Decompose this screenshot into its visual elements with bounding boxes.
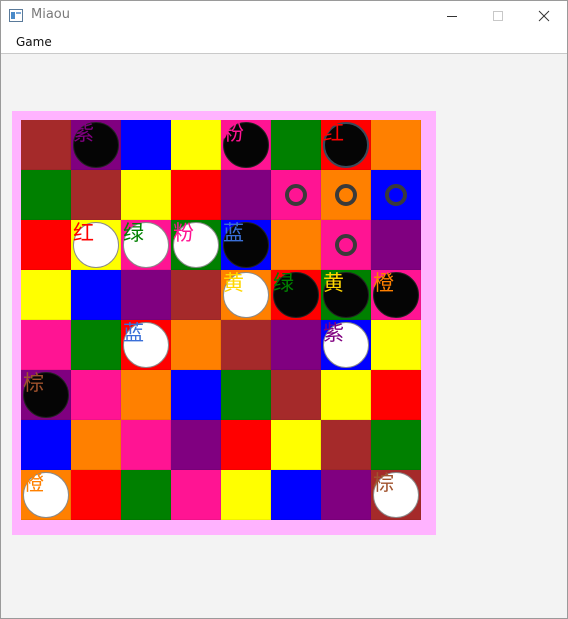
minimize-button[interactable] xyxy=(429,1,475,31)
board-cell-brown[interactable] xyxy=(171,270,221,320)
board-cell-green[interactable] xyxy=(271,120,321,170)
board-cell-red[interactable] xyxy=(371,370,421,420)
app-window: Miaou Game 紫粉红红绿粉蓝黄绿黄橙蓝紫棕橙棕 xyxy=(0,0,568,619)
board-cell-yellow[interactable] xyxy=(321,370,371,420)
piece-label: 黄 xyxy=(223,271,244,295)
board-cell-yellow[interactable] xyxy=(21,270,71,320)
piece-label: 橙 xyxy=(373,271,394,295)
board-cell-yellow[interactable] xyxy=(371,320,421,370)
board-cell-yellow[interactable] xyxy=(121,170,171,220)
piece-label: 绿 xyxy=(123,221,144,245)
board-cell-purple[interactable] xyxy=(371,220,421,270)
window-title: Miaou xyxy=(31,7,70,22)
board-cell-yellow[interactable] xyxy=(221,470,271,520)
board-cell-green[interactable] xyxy=(221,370,271,420)
board-cell-red[interactable] xyxy=(21,220,71,270)
board-cell-brown[interactable] xyxy=(221,320,271,370)
board-cell-blue[interactable] xyxy=(271,470,321,520)
maximize-icon xyxy=(493,11,503,21)
board-cell-purple[interactable] xyxy=(171,420,221,470)
board-cell-purple[interactable] xyxy=(221,170,271,220)
board-cell-green[interactable] xyxy=(371,420,421,470)
board-cell-blue[interactable] xyxy=(171,370,221,420)
title-bar[interactable]: Miaou xyxy=(1,1,567,31)
piece-label: 绿 xyxy=(273,271,294,295)
board-cell-purple[interactable] xyxy=(321,470,371,520)
board-cell-purple[interactable] xyxy=(121,270,171,320)
board-cell-blue[interactable] xyxy=(21,420,71,470)
move-target-ring[interactable] xyxy=(385,184,407,206)
piece-label: 紫 xyxy=(323,321,344,345)
board-cell-brown[interactable] xyxy=(71,170,121,220)
piece-label: 棕 xyxy=(23,371,44,395)
board-cell-pink[interactable] xyxy=(121,420,171,470)
close-icon xyxy=(538,10,550,22)
piece-label: 红 xyxy=(73,221,94,245)
move-target-ring[interactable] xyxy=(285,184,307,206)
board-cell-orange[interactable] xyxy=(171,320,221,370)
piece-label: 紫 xyxy=(73,121,94,145)
board-cell-red[interactable] xyxy=(71,470,121,520)
board-cell-red[interactable] xyxy=(221,420,271,470)
board-cell-orange[interactable] xyxy=(271,220,321,270)
board-cell-yellow[interactable] xyxy=(271,420,321,470)
minimize-icon xyxy=(447,16,457,17)
board-cell-purple[interactable] xyxy=(271,320,321,370)
app-icon xyxy=(9,9,23,22)
piece-label: 黄 xyxy=(323,271,344,295)
maximize-button[interactable] xyxy=(475,1,521,31)
piece-label: 蓝 xyxy=(223,221,244,245)
board-cell-brown[interactable] xyxy=(321,420,371,470)
board-cell-green[interactable] xyxy=(21,170,71,220)
board-cell-brown[interactable] xyxy=(271,370,321,420)
board-cell-green[interactable] xyxy=(121,470,171,520)
board-cell-orange[interactable] xyxy=(371,120,421,170)
board-cell-brown[interactable] xyxy=(21,120,71,170)
board-cell-orange[interactable] xyxy=(71,420,121,470)
board-cell-orange[interactable] xyxy=(121,370,171,420)
piece-label: 棕 xyxy=(373,471,394,495)
menu-bar: Game xyxy=(1,31,567,54)
piece-label: 粉 xyxy=(173,221,194,245)
board-cell-yellow[interactable] xyxy=(171,120,221,170)
board-cell-red[interactable] xyxy=(171,170,221,220)
board-cell-pink[interactable] xyxy=(21,320,71,370)
close-button[interactable] xyxy=(521,1,567,31)
board-cell-green[interactable] xyxy=(71,320,121,370)
piece-label: 粉 xyxy=(223,121,244,145)
board-cell-pink[interactable] xyxy=(71,370,121,420)
board-cell-blue[interactable] xyxy=(121,120,171,170)
board-cell-blue[interactable] xyxy=(71,270,121,320)
menu-game[interactable]: Game xyxy=(8,31,60,53)
game-board[interactable]: 紫粉红红绿粉蓝黄绿黄橙蓝紫棕橙棕 xyxy=(21,120,421,520)
piece-label: 橙 xyxy=(23,471,44,495)
piece-label: 红 xyxy=(323,121,344,145)
move-target-ring[interactable] xyxy=(335,184,357,206)
board-cell-pink[interactable] xyxy=(171,470,221,520)
piece-label: 蓝 xyxy=(123,321,144,345)
move-target-ring[interactable] xyxy=(335,234,357,256)
